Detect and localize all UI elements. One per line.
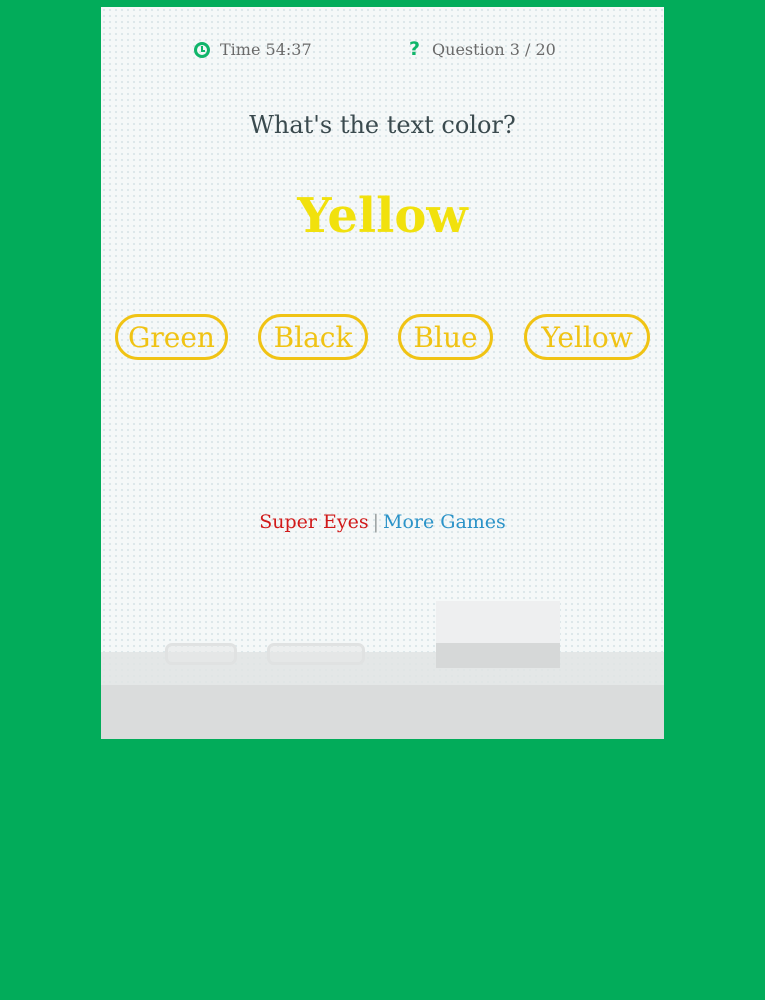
link-separator: |	[372, 511, 379, 533]
answer-button-black[interactable]: Black	[258, 314, 368, 360]
question-counter-label: Question 3 / 20	[432, 40, 556, 59]
footer-links: Super Eyes | More Games	[101, 511, 664, 533]
super-eyes-link[interactable]: Super Eyes	[259, 511, 368, 533]
desk-front	[101, 685, 664, 739]
clock-icon	[194, 41, 210, 58]
desk-box-top	[436, 601, 560, 643]
timer-label: Time 54:37	[220, 40, 312, 59]
question-mark-icon: ?	[409, 38, 421, 60]
desk-tray-small	[165, 643, 237, 665]
timer: Time 54:37	[194, 40, 312, 59]
answer-options: Green Black Blue Yellow	[101, 314, 664, 364]
answer-button-green[interactable]: Green	[115, 314, 228, 360]
question-prompt: What's the text color?	[249, 111, 516, 139]
answer-button-blue[interactable]: Blue	[398, 314, 493, 360]
desk-tray-large	[267, 643, 365, 665]
desk-box-front	[436, 643, 560, 668]
question-counter: ? Question 3 / 20	[409, 38, 556, 60]
status-bar: Time 54:37 ? Question 3 / 20	[101, 40, 664, 62]
more-games-link[interactable]: More Games	[383, 511, 506, 533]
game-panel: Time 54:37 ? Question 3 / 20 What's the …	[101, 7, 664, 739]
color-word: Yellow	[297, 188, 468, 244]
answer-button-yellow[interactable]: Yellow	[524, 314, 650, 360]
